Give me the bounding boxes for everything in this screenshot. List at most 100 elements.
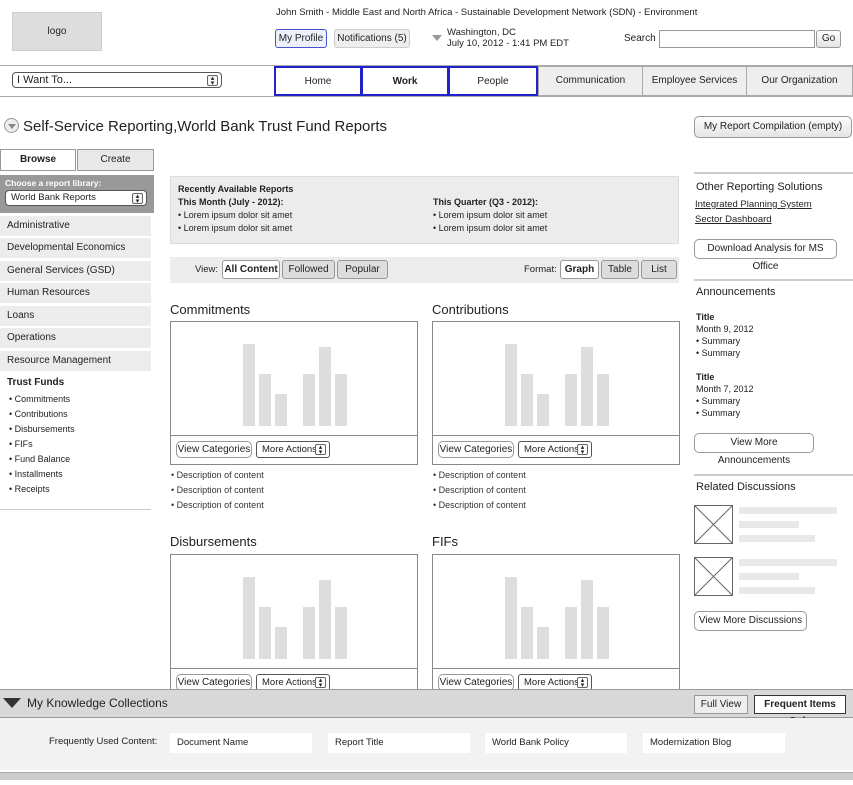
- format-list-button[interactable]: List: [641, 260, 677, 279]
- trust-fund-installments[interactable]: • Installments: [9, 469, 63, 479]
- sidebar-item-operations[interactable]: Operations: [0, 328, 151, 348]
- recent-reports-box: Recently Available Reports This Month (J…: [170, 176, 679, 244]
- select-arrow-icon: ▴ ▾: [132, 193, 143, 205]
- select-arrow-icon: ▴ ▾: [315, 677, 326, 689]
- tab-people[interactable]: People: [448, 66, 538, 96]
- description-item: • Description of content: [433, 485, 526, 495]
- other-reporting-heading: Other Reporting Solutions: [696, 181, 823, 193]
- placeholder-bar: [319, 580, 331, 659]
- frequent-item[interactable]: Modernization Blog: [643, 733, 785, 753]
- frequent-items-only-button[interactable]: Frequent Items Only: [754, 695, 846, 727]
- discussion-text-placeholder: [739, 573, 799, 580]
- sidebar-item-human-resources[interactable]: Human Resources: [0, 283, 151, 303]
- notifications-button[interactable]: Notifications (5): [334, 29, 410, 48]
- more-actions-select[interactable]: More Actions ▴ ▾: [518, 441, 592, 458]
- placeholder-bar: [565, 607, 577, 659]
- placeholder-bar: [537, 627, 549, 659]
- panel-title-fifs: FIFs: [432, 534, 458, 549]
- discussion-image-icon[interactable]: [694, 557, 733, 596]
- view-followed-button[interactable]: Followed: [282, 260, 335, 279]
- tab-browse[interactable]: Browse: [0, 149, 76, 171]
- trust-fund-commitments[interactable]: • Commitments: [9, 394, 70, 404]
- horizontal-scrollbar[interactable]: [0, 772, 853, 780]
- frequent-item[interactable]: World Bank Policy: [485, 733, 627, 753]
- placeholder-bar: [259, 374, 271, 426]
- format-label: Format:: [524, 264, 557, 275]
- discussion-text-placeholder: [739, 559, 837, 566]
- frequent-item[interactable]: Document Name: [170, 733, 312, 753]
- download-analysis-button[interactable]: Download Analysis for MS Office: [694, 239, 837, 272]
- page-title: Self-Service Reporting,World Bank Trust …: [23, 118, 387, 135]
- discussion-image-icon[interactable]: [694, 505, 733, 544]
- collapse-title-icon[interactable]: [4, 118, 19, 133]
- collapse-knowledge-icon[interactable]: [3, 698, 21, 708]
- view-categories-button[interactable]: View Categories: [438, 441, 514, 458]
- trust-fund-disbursements[interactable]: • Disbursements: [9, 424, 75, 434]
- month-item[interactable]: • Lorem ipsum dolor sit amet: [178, 223, 292, 233]
- tab-our-organization[interactable]: Our Organization: [746, 66, 853, 96]
- my-report-compilation-button[interactable]: My Report Compilation (empty): [694, 116, 852, 138]
- placeholder-bar: [275, 394, 287, 426]
- sidebar-item-developmental-economics[interactable]: Developmental Economics: [0, 238, 151, 258]
- placeholder-bar: [597, 607, 609, 659]
- sidebar-item-resource-management[interactable]: Resource Management: [0, 351, 151, 371]
- announcement-summary: • Summary: [696, 348, 741, 358]
- select-arrow-icon: ▴ ▾: [315, 444, 326, 456]
- discussion-text-placeholder: [739, 521, 799, 528]
- placeholder-bar: [303, 374, 315, 426]
- trust-fund-receipts[interactable]: • Receipts: [9, 484, 50, 494]
- frequent-item[interactable]: Report Title: [328, 733, 470, 753]
- library-select[interactable]: World Bank Reports ▴ ▾: [5, 190, 147, 206]
- view-more-announcements-button[interactable]: View More Announcements: [694, 433, 814, 466]
- quarter-item[interactable]: • Lorem ipsum dolor sit amet: [433, 210, 547, 220]
- trust-fund-contributions[interactable]: • Contributions: [9, 409, 68, 419]
- sidebar-item-administrative[interactable]: Administrative: [0, 216, 151, 236]
- tab-communication[interactable]: Communication: [538, 66, 643, 96]
- divider: [694, 172, 853, 174]
- more-actions-select[interactable]: More Actions ▴ ▾: [256, 441, 330, 458]
- placeholder-bar: [335, 374, 347, 426]
- full-view-button[interactable]: Full View: [694, 695, 748, 714]
- chart-commitments[interactable]: View Categories More Actions ▴ ▾: [170, 321, 418, 465]
- view-categories-button[interactable]: View Categories: [176, 441, 252, 458]
- placeholder-bar: [335, 607, 347, 659]
- select-arrow-icon: ▴ ▾: [577, 677, 588, 689]
- link-sector-dashboard[interactable]: Sector Dashboard: [695, 214, 772, 225]
- tab-create[interactable]: Create: [77, 149, 154, 171]
- chart-contributions[interactable]: View Categories More Actions ▴ ▾: [432, 321, 680, 465]
- format-table-button[interactable]: Table: [601, 260, 639, 279]
- announcement-title[interactable]: Title: [696, 372, 714, 382]
- trust-fund-fund-balance[interactable]: • Fund Balance: [9, 454, 70, 464]
- tab-work[interactable]: Work: [361, 66, 449, 96]
- month-item[interactable]: • Lorem ipsum dolor sit amet: [178, 210, 292, 220]
- announcement-title[interactable]: Title: [696, 312, 714, 322]
- tab-employee-services[interactable]: Employee Services: [642, 66, 747, 96]
- more-actions-label: More Actions: [524, 444, 579, 455]
- tab-home[interactable]: Home: [274, 66, 362, 96]
- chart-disbursements[interactable]: View Categories More Actions ▴ ▾: [170, 554, 418, 694]
- sidebar-item-trust-funds[interactable]: Trust Funds: [7, 377, 64, 388]
- placeholder-bar: [319, 347, 331, 426]
- search-input[interactable]: [659, 30, 815, 48]
- trust-fund-fifs[interactable]: • FIFs: [9, 439, 33, 449]
- my-profile-button[interactable]: My Profile: [275, 29, 327, 48]
- more-actions-label: More Actions: [262, 444, 317, 455]
- location-dropdown-icon[interactable]: [432, 35, 442, 41]
- quarter-item[interactable]: • Lorem ipsum dolor sit amet: [433, 223, 547, 233]
- more-actions-label: More Actions: [262, 677, 317, 688]
- logo[interactable]: logo: [12, 12, 102, 51]
- view-more-discussions-button[interactable]: View More Discussions: [694, 611, 807, 631]
- select-arrow-icon: ▴ ▾: [207, 75, 218, 87]
- chart-fifs[interactable]: View Categories More Actions ▴ ▾: [432, 554, 680, 694]
- format-graph-button[interactable]: Graph: [560, 260, 599, 279]
- go-button[interactable]: Go: [816, 30, 841, 48]
- sidebar-item-loans[interactable]: Loans: [0, 306, 151, 326]
- view-all-content-button[interactable]: All Content: [222, 260, 280, 279]
- knowledge-collections-heading: My Knowledge Collections: [27, 696, 168, 710]
- i-want-to-select[interactable]: I Want To... ▴ ▾: [12, 72, 222, 88]
- user-info: John Smith - Middle East and North Afric…: [276, 7, 698, 18]
- description-item: • Description of content: [171, 500, 264, 510]
- link-integrated-planning[interactable]: Integrated Planning System: [695, 199, 812, 210]
- view-popular-button[interactable]: Popular: [337, 260, 388, 279]
- sidebar-item-general-services[interactable]: General Services (GSD): [0, 261, 151, 281]
